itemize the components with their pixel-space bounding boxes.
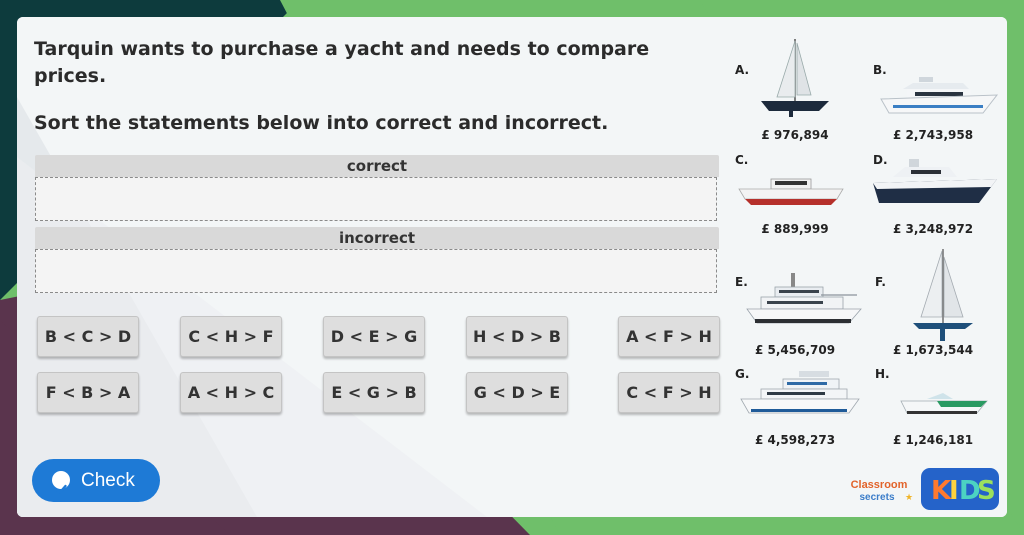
sailboat-f-image (913, 249, 973, 341)
boat-price-g: £ 4,598,273 (754, 433, 836, 447)
svg-text:★: ★ (905, 493, 913, 503)
boat-price-d: £ 3,248,972 (892, 222, 974, 236)
activity-card: Tarquin wants to purchase a yacht and ne… (17, 17, 1007, 517)
check-button[interactable]: Check (32, 459, 160, 502)
boat-price-b: £ 2,743,958 (892, 128, 974, 142)
statement-tile[interactable]: G < D > E (466, 372, 568, 413)
boat-label-a: A. (735, 63, 750, 77)
instruction-text: Sort the statements below into correct a… (34, 112, 609, 134)
statement-tile[interactable]: H < D > B (466, 316, 568, 357)
question-text: Tarquin wants to purchase a yacht and ne… (34, 38, 650, 87)
classroom-secrets-logo: Classroom secrets ★ (851, 479, 914, 503)
statement-tile[interactable]: C < F > H (618, 372, 720, 413)
correct-zone-header: correct (35, 155, 719, 177)
statement-tile[interactable]: A < H > C (180, 372, 282, 413)
statement-tile[interactable]: E < G > B (323, 372, 425, 413)
boat-price-a: £ 976,894 (761, 128, 829, 142)
motor-yacht-b-image (880, 77, 999, 114)
boat-price-e: £ 5,456,709 (754, 343, 836, 357)
checkmark-icon (52, 471, 70, 494)
boat-label-h: H. (875, 367, 890, 381)
statement-tile[interactable]: B < C > D (37, 316, 139, 357)
speedboat-h-image (900, 393, 988, 414)
motor-yacht-e-image (746, 273, 862, 324)
cruiser-c-image (738, 178, 844, 205)
statement-tile[interactable]: D < E > G (323, 316, 425, 357)
correct-drop-zone[interactable] (35, 177, 717, 221)
svg-text:secrets: secrets (859, 492, 894, 503)
check-button-label: Check (81, 470, 135, 491)
svg-text:Classroom: Classroom (851, 479, 908, 491)
svg-text:I: I (949, 476, 959, 506)
incorrect-zone-header: incorrect (35, 227, 719, 249)
boat-label-c: C. (735, 153, 749, 167)
motor-yacht-d-image (873, 159, 997, 203)
statement-tile[interactable]: C < H > F (180, 316, 282, 357)
sailboat-a-image (761, 39, 829, 117)
boat-price-f: £ 1,673,544 (892, 343, 974, 357)
kids-logo: K I D S (921, 468, 999, 510)
motor-yacht-g-image (740, 371, 860, 414)
statement-tile[interactable]: F < B > A (37, 372, 139, 413)
boat-price-h: £ 1,246,181 (892, 433, 974, 447)
incorrect-drop-zone[interactable] (35, 249, 717, 293)
statement-tile[interactable]: A < F > H (618, 316, 720, 357)
boat-price-c: £ 889,999 (761, 222, 829, 236)
svg-text:S: S (977, 476, 996, 506)
boat-label-f: F. (875, 275, 886, 289)
